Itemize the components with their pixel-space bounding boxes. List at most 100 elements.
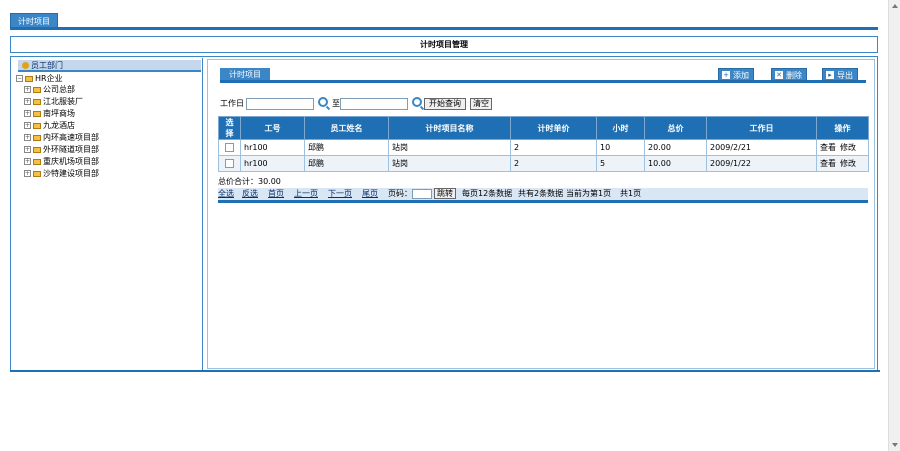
tree-item-hotel[interactable]: + 九龙酒店	[24, 121, 75, 131]
delete-button[interactable]: ✕ 删除	[771, 68, 807, 81]
top-tab-timed-projects[interactable]: 计时项目	[10, 13, 58, 28]
calendar-search-icon[interactable]	[412, 97, 422, 107]
top-divider	[10, 27, 878, 30]
expand-icon[interactable]: +	[24, 134, 31, 141]
col-name: 员工姓名	[304, 116, 389, 140]
hours-cell: 5	[596, 155, 645, 172]
department-tree: 员工部门 − HR企业 + 公司总部 + 江北服装厂 + 南坪商场 + 九龙酒店 + 内环高…	[12, 58, 203, 370]
tree-item-label: 沙特建设项目部	[43, 169, 99, 178]
date-to-input[interactable]	[340, 98, 408, 110]
price-cell: 2	[510, 139, 597, 156]
edit-link[interactable]: 修改	[840, 143, 856, 152]
date-cell: 2009/2/21	[706, 139, 817, 156]
view-link[interactable]: 查看	[820, 143, 836, 152]
export-icon: ▸	[826, 71, 834, 79]
date-from-input[interactable]	[246, 98, 314, 110]
tree-item-outer-ring[interactable]: + 外环隧道项目部	[24, 145, 99, 155]
col-actions: 操作	[816, 116, 869, 140]
page-title: 计时项目管理	[10, 36, 878, 53]
work-date-label: 工作日	[220, 99, 244, 108]
company-icon	[25, 75, 33, 82]
main-bottom-line	[10, 370, 880, 372]
tree-item-label: 九龙酒店	[43, 121, 75, 130]
people-icon	[22, 62, 29, 69]
table-row: hr100 邱鹏 站岗 2 5 10.00 2009/1/22 查看 修改	[218, 155, 869, 172]
tree-item-mall[interactable]: + 南坪商场	[24, 109, 75, 119]
total-pages-text: 共1页	[620, 189, 642, 198]
export-button[interactable]: ▸ 导出	[822, 68, 858, 81]
invert-selection-link[interactable]: 反选	[242, 188, 258, 200]
search-button[interactable]: 开始查询	[424, 98, 466, 110]
tree-item-label: 内环高速项目部	[43, 133, 99, 142]
folder-icon	[33, 146, 41, 153]
current-page-text: 当前为第1页	[566, 189, 612, 198]
col-total: 总价	[644, 116, 707, 140]
collapse-icon[interactable]: −	[16, 75, 23, 82]
tree-item-label: 公司总部	[43, 85, 75, 94]
vertical-scrollbar[interactable]	[888, 0, 900, 451]
jump-button[interactable]: 跳转	[434, 188, 456, 199]
pager-divider	[218, 200, 868, 203]
pagination-bar: 全选 反选 首页 上一页 下一页 尾页 页码： 跳转 每页12条数据 共有2条数…	[218, 188, 868, 200]
search-row: 工作日 至 开始查询 清空	[220, 97, 866, 111]
tree-header[interactable]: 员工部门	[18, 60, 201, 72]
row-checkbox[interactable]	[225, 143, 234, 152]
col-date: 工作日	[706, 116, 817, 140]
tree-item-airport[interactable]: + 重庆机场项目部	[24, 157, 99, 167]
expand-icon[interactable]: +	[24, 86, 31, 93]
project-cell: 站岗	[388, 155, 511, 172]
clear-button[interactable]: 清空	[470, 98, 492, 110]
tree-item-label: 外环隧道项目部	[43, 145, 99, 154]
name-cell: 邱鹏	[304, 139, 389, 156]
row-checkbox[interactable]	[225, 159, 234, 168]
prev-page-link[interactable]: 上一页	[294, 188, 318, 200]
expand-icon[interactable]: +	[24, 98, 31, 105]
actions-cell: 查看 修改	[816, 155, 869, 172]
col-select: 选择	[218, 116, 241, 140]
tree-item-saudi[interactable]: + 沙特建设项目部	[24, 169, 99, 179]
select-all-link[interactable]: 全选	[218, 188, 234, 200]
table-header-row: 选择 工号 员工姓名 计时项目名称 计时单价 小时 总价 工作日 操作	[218, 116, 869, 140]
folder-icon	[33, 122, 41, 129]
tree-item-inner-ring[interactable]: + 内环高速项目部	[24, 133, 99, 143]
date-cell: 2009/1/22	[706, 155, 817, 172]
top-tab-bar: 计时项目	[0, 0, 888, 32]
scroll-up-icon[interactable]	[892, 4, 898, 8]
total-cell: 20.00	[644, 139, 707, 156]
calendar-search-icon[interactable]	[318, 97, 328, 107]
panel-divider	[220, 80, 866, 83]
expand-icon[interactable]: +	[24, 158, 31, 165]
actions-cell: 查看 修改	[816, 139, 869, 156]
table-row: hr100 邱鹏 站岗 2 10 20.00 2009/2/21 查看 修改	[218, 139, 869, 156]
content-panel: 计时项目 + 添加 ✕ 删除 ▸ 导出 工作日 至 开始查询 清空 选择 工号 …	[207, 59, 875, 369]
col-price: 计时单价	[510, 116, 597, 140]
scroll-down-icon[interactable]	[892, 443, 898, 447]
expand-icon[interactable]: +	[24, 146, 31, 153]
folder-icon	[33, 110, 41, 117]
folder-icon	[33, 98, 41, 105]
name-cell: 邱鹏	[304, 155, 389, 172]
col-project: 计时项目名称	[388, 116, 511, 140]
folder-icon	[33, 170, 41, 177]
view-link[interactable]: 查看	[820, 159, 836, 168]
add-button[interactable]: + 添加	[718, 68, 754, 81]
first-page-link[interactable]: 首页	[268, 188, 284, 200]
expand-icon[interactable]: +	[24, 110, 31, 117]
last-page-link[interactable]: 尾页	[362, 188, 378, 200]
tree-item-hq[interactable]: + 公司总部	[24, 85, 75, 95]
folder-icon	[33, 86, 41, 93]
tree-item-label: 重庆机场项目部	[43, 157, 99, 166]
tree-item-garment[interactable]: + 江北服装厂	[24, 97, 83, 107]
per-page-text: 每页12条数据	[462, 189, 513, 198]
select-cell	[218, 139, 241, 156]
expand-icon[interactable]: +	[24, 122, 31, 129]
expand-icon[interactable]: +	[24, 170, 31, 177]
page-number-input[interactable]	[412, 189, 432, 199]
tree-root[interactable]: − HR企业	[16, 74, 63, 84]
next-page-link[interactable]: 下一页	[328, 188, 352, 200]
price-cell: 2	[510, 155, 597, 172]
page-number-label: 页码：	[388, 189, 412, 198]
edit-link[interactable]: 修改	[840, 159, 856, 168]
to-label: 至	[332, 99, 340, 108]
total-cell: 10.00	[644, 155, 707, 172]
